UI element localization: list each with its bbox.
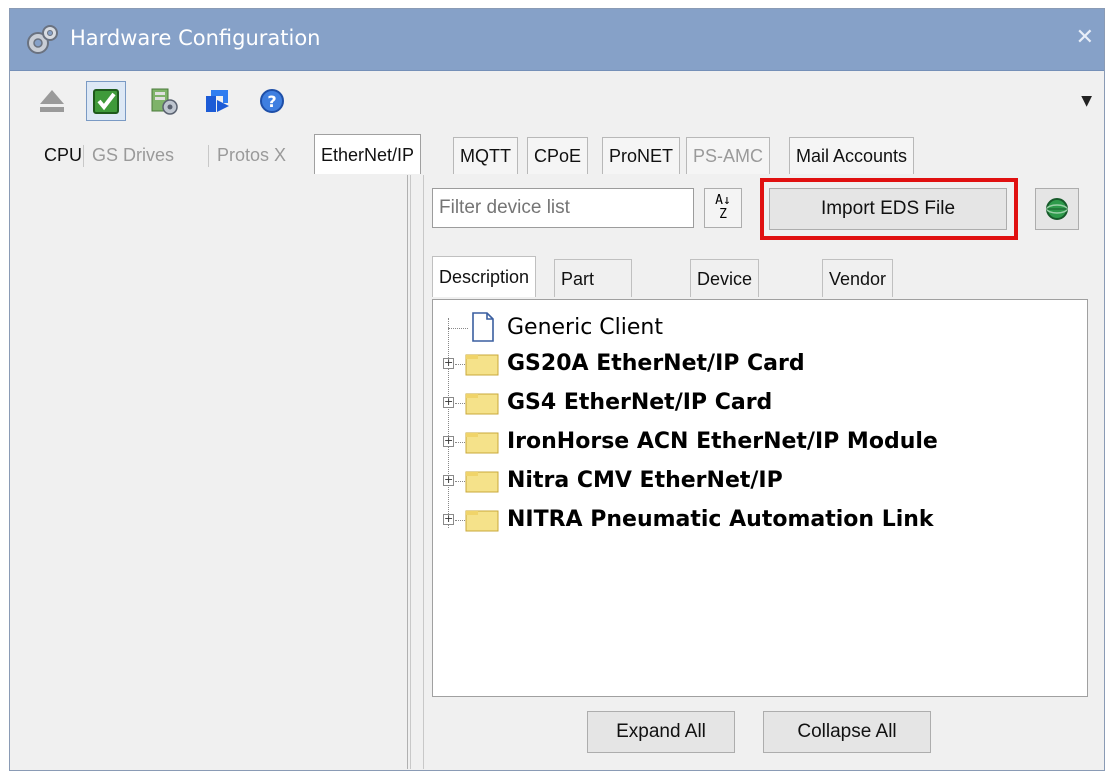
tree-item[interactable]: + GS4 EtherNet/IP Card: [433, 385, 1087, 421]
sort-az-button[interactable]: A↓ Z: [704, 188, 742, 228]
tab-mqtt[interactable]: MQTT: [453, 137, 518, 174]
tree-item-label: GS20A EtherNet/IP Card: [507, 351, 805, 376]
import-arrow-button[interactable]: [198, 81, 238, 121]
tree-item-label: IronHorse ACN EtherNet/IP Module: [507, 429, 938, 454]
tree-connector: [448, 328, 468, 329]
svg-text:?: ?: [267, 92, 276, 111]
tree-item[interactable]: + GS20A EtherNet/IP Card: [433, 346, 1087, 382]
tree-item-label: Nitra CMV EtherNet/IP: [507, 468, 783, 493]
tab-ethernet-ip[interactable]: EtherNet/IP: [314, 134, 422, 174]
tab-ps-amc[interactable]: PS-AMC: [686, 137, 771, 174]
tree-item-label: NITRA Pneumatic Automation Link: [507, 507, 934, 532]
module-settings-icon: [151, 88, 178, 115]
check-icon: [93, 89, 119, 114]
hardware-configuration-window: Hardware Configuration ✕ ? ▼ CPU GS Driv…: [9, 8, 1105, 771]
subtab-description[interactable]: Description: [432, 256, 537, 297]
globe-button[interactable]: [1035, 188, 1079, 230]
sort-az-icon: A↓ Z: [715, 193, 731, 222]
globe-icon: [1046, 198, 1068, 220]
expand-toggle[interactable]: +: [443, 357, 454, 369]
device-panel: A↓Z Import EDS File Description Part Num…: [425, 175, 1106, 769]
tree-connector: [455, 364, 465, 365]
help-button[interactable]: ?: [252, 81, 292, 121]
expand-toggle[interactable]: +: [443, 513, 454, 525]
import-eds-button[interactable]: Import EDS File: [769, 188, 1007, 230]
tree-item[interactable]: Generic Client: [433, 310, 1087, 346]
toolbar: ? ▼: [10, 71, 1104, 129]
splitter[interactable]: [410, 175, 424, 769]
folder-icon: [465, 393, 499, 415]
gears-icon: [27, 25, 58, 54]
toolbar-overflow-dropdown[interactable]: ▼: [1081, 93, 1092, 109]
tree-connector: [455, 442, 465, 443]
validate-button[interactable]: [86, 81, 126, 121]
tab-cpu[interactable]: CPU: [38, 137, 88, 174]
subtab-device-type[interactable]: Device Type: [690, 259, 760, 327]
tab-separator: [83, 145, 84, 167]
tree-item[interactable]: + Nitra CMV EtherNet/IP: [433, 463, 1087, 499]
folder-icon: [465, 471, 499, 493]
tab-separator: [208, 145, 209, 167]
folder-icon: [465, 432, 499, 454]
tree-actions: Expand All Collapse All: [432, 697, 1088, 763]
tree-item[interactable]: + IronHorse ACN EtherNet/IP Module: [433, 424, 1087, 460]
title-bar: Hardware Configuration ✕: [10, 9, 1104, 71]
folder-icon: [465, 354, 499, 376]
tab-pronet[interactable]: ProNET: [602, 137, 681, 174]
tree-connector: [455, 520, 465, 521]
tree-connector: [455, 403, 465, 404]
collapse-all-button[interactable]: Collapse All: [763, 711, 931, 753]
subtab-part-number[interactable]: Part Number: [554, 259, 633, 327]
import-arrow-icon: [206, 90, 229, 112]
tab-cpoe[interactable]: CPoE: [527, 137, 589, 174]
module-settings-button[interactable]: [144, 81, 184, 121]
tree-connector: [455, 481, 465, 482]
tab-gs-drives[interactable]: GS Drives: [86, 137, 180, 174]
tab-protos-x[interactable]: Protos X: [211, 137, 292, 174]
expand-toggle[interactable]: +: [443, 396, 454, 408]
document-icon: [472, 312, 494, 342]
left-pane: [11, 175, 408, 769]
tree-item[interactable]: + NITRA Pneumatic Automation Link: [433, 502, 1087, 538]
tab-mail-accounts[interactable]: Mail Accounts: [789, 137, 915, 174]
expand-all-button[interactable]: Expand All: [587, 711, 735, 753]
expand-toggle[interactable]: +: [443, 474, 454, 486]
tree-item-label: GS4 EtherNet/IP Card: [507, 390, 773, 415]
help-icon: ?: [260, 89, 284, 113]
eject-icon: [40, 90, 64, 112]
window-title: Hardware Configuration: [70, 26, 321, 50]
subtab-vendor[interactable]: Vendor: [822, 259, 894, 297]
filter-device-input[interactable]: [432, 188, 694, 228]
config-tabs: CPU GS Drives Protos X EtherNet/IP MQTT …: [10, 134, 1104, 175]
eject-button[interactable]: [32, 81, 72, 121]
tree-item-label: Generic Client: [507, 315, 663, 340]
device-tree: Generic Client + GS20A EtherNet/IP Card …: [432, 299, 1088, 697]
folder-icon: [465, 510, 499, 532]
close-button[interactable]: ✕: [1076, 23, 1094, 53]
expand-toggle[interactable]: +: [443, 435, 454, 447]
